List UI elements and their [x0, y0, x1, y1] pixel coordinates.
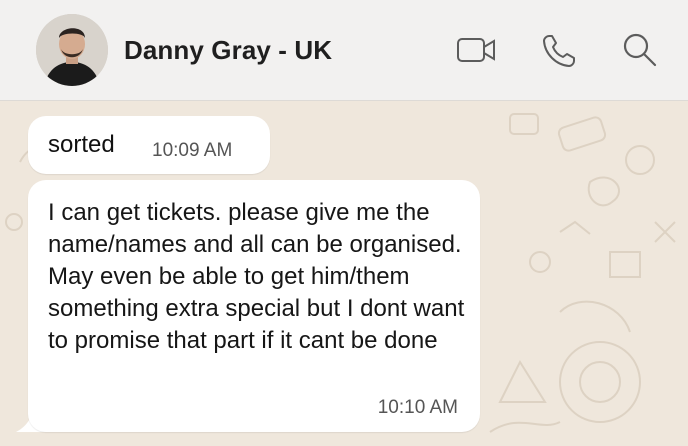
message-bubble[interactable]: I can get tickets. please give me the na… — [28, 180, 480, 432]
video-camera-icon[interactable] — [456, 30, 496, 70]
avatar[interactable] — [36, 14, 108, 86]
message-timestamp: 10:09 AM — [152, 140, 233, 161]
message-timestamp: 10:10 AM — [377, 397, 458, 418]
message-text: I can get tickets. please give me the na… — [48, 199, 465, 354]
chat-header: Danny Gray - UK — [0, 0, 688, 101]
search-icon[interactable] — [620, 30, 660, 70]
message-text: sorted — [48, 131, 115, 158]
message-bubble[interactable]: sorted 10:09 AM — [28, 116, 270, 174]
phone-icon[interactable] — [540, 30, 580, 70]
contact-name[interactable]: Danny Gray - UK — [124, 35, 332, 66]
